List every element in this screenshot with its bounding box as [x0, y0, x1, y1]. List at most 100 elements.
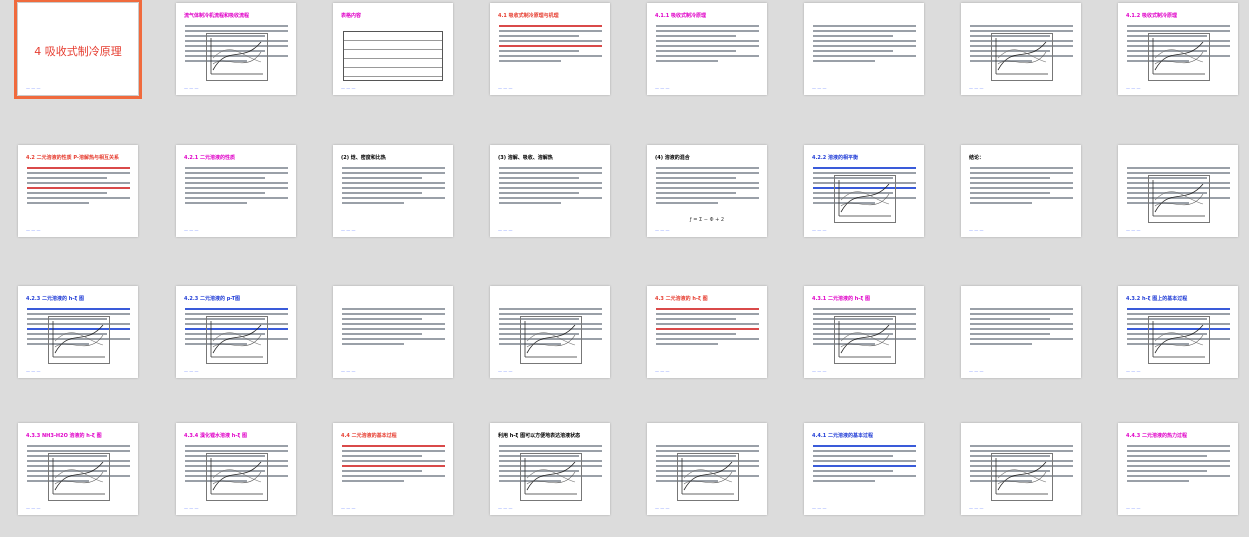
slide-body-text: [813, 445, 916, 485]
slide-title: 4.4.3 二元溶液的热力过程: [1126, 433, 1187, 439]
slide-footer: — — —: [655, 369, 670, 374]
slide-figure: [834, 316, 896, 364]
slide-thumbnail-23[interactable]: — — —: [961, 286, 1081, 378]
slide-thumbnail-5[interactable]: 4.1.1 吸收式制冷原理 — — —: [647, 3, 767, 95]
slide-footer: — — —: [184, 86, 199, 91]
slide-figure: [206, 316, 268, 364]
slide-thumbnail-28[interactable]: 利用 h-ξ 图可以方便地表达溶液状态 — — —: [490, 423, 610, 515]
slide-body-text: [499, 167, 602, 207]
slide-thumbnail-4[interactable]: 4.1 吸收式制冷原理与机理 — — —: [490, 3, 610, 95]
slide-body-text: [342, 308, 445, 348]
slide-thumbnail-17[interactable]: 4.2.3 二元溶液的 h-ξ 图 — — —: [18, 286, 138, 378]
slide-title: 4.1.2 吸收式制冷原理: [1126, 13, 1177, 19]
slide-footer: — — —: [655, 86, 670, 91]
slide-thumbnail-24[interactable]: 4.3.2 h-ξ 图上的基本过程 — — —: [1118, 286, 1238, 378]
slide-thumbnail-30[interactable]: 4.4.1 二元溶液的基本过程 — — —: [804, 423, 924, 515]
slide-figure: [834, 175, 896, 223]
slide-body-text: [499, 25, 602, 65]
slide-body-text: [27, 167, 130, 207]
slide-body-text: [342, 445, 445, 485]
slide-title: 表格内容: [341, 13, 362, 19]
slide-thumbnail-32[interactable]: 4.4.3 二元溶液的热力过程 — — —: [1118, 423, 1238, 515]
slide-footer: — — —: [655, 228, 670, 233]
slide-figure: [677, 453, 739, 501]
slide-thumbnail-10[interactable]: 4.2.1 二元溶液的性质 — — —: [176, 145, 296, 237]
slide-thumbnail-25[interactable]: 4.3.3 NH3-H2O 溶液的 h-ξ 图 — — —: [18, 423, 138, 515]
slide-footer: — — —: [26, 86, 41, 91]
slide-footer: — — —: [969, 228, 984, 233]
slide-figure: [520, 453, 582, 501]
slide-footer: — — —: [969, 86, 984, 91]
slide-thumbnail-12[interactable]: (3) 溶解、吸收、溶解热 — — —: [490, 145, 610, 237]
slide-body-text: [656, 25, 759, 65]
slide-footer: — — —: [341, 228, 356, 233]
slide-body-text: [185, 167, 288, 207]
slide-figure: [1148, 175, 1210, 223]
slide-footer: — — —: [812, 506, 827, 511]
slide-thumbnail-31[interactable]: — — —: [961, 423, 1081, 515]
slide-title: 4.2 二元溶液的性质 P-溶解热与相互关系: [26, 155, 119, 161]
slide-thumbnail-6[interactable]: — — —: [804, 3, 924, 95]
slide-title: 利用 h-ξ 图可以方便地表达溶液状态: [498, 433, 581, 439]
slide-footer: — — —: [498, 86, 513, 91]
slide-footer: — — —: [655, 506, 670, 511]
slide-thumbnail-29[interactable]: — — —: [647, 423, 767, 515]
slide-title: 4.1.1 吸收式制冷原理: [655, 13, 706, 19]
slide-footer: — — —: [1126, 506, 1141, 511]
slide-thumbnail-2[interactable]: 流气体制冷机流程和吸收流程 — — —: [176, 3, 296, 95]
slide-body-text: [1127, 445, 1230, 485]
slide-figure: [206, 33, 268, 81]
slide-footer: — — —: [498, 369, 513, 374]
slide-figure: [991, 453, 1053, 501]
slide-title: 4.2.2 溶液的相平衡: [812, 155, 858, 161]
slide-thumbnail-7[interactable]: — — —: [961, 3, 1081, 95]
slide-thumbnail-14[interactable]: 4.2.2 溶液的相平衡 — — —: [804, 145, 924, 237]
slide-figure: [520, 316, 582, 364]
slide-title: (2) 焓、密度和比热: [341, 155, 386, 161]
slide-title: 4.2.3 二元溶液的 h-ξ 图: [26, 296, 85, 302]
slide-thumbnail-26[interactable]: 4.3.4 溴化锂水溶液 h-ξ 图 — — —: [176, 423, 296, 515]
slide-thumbnail-20[interactable]: — — —: [490, 286, 610, 378]
slide-figure: [1148, 33, 1210, 81]
slide-title: 4.4 二元溶液的基本过程: [341, 433, 397, 439]
slide-thumbnail-15[interactable]: 结论： — — —: [961, 145, 1081, 237]
slide-footer: — — —: [969, 369, 984, 374]
slide-footer: — — —: [812, 86, 827, 91]
slide-title: 4 吸收式制冷原理: [34, 45, 122, 58]
slide-title: 4.2.1 二元溶液的性质: [184, 155, 235, 161]
slide-footer: — — —: [26, 506, 41, 511]
slide-figure: [48, 316, 110, 364]
slide-thumbnail-19[interactable]: — — —: [333, 286, 453, 378]
slide-footer: — — —: [1126, 369, 1141, 374]
slide-thumbnail-11[interactable]: (2) 焓、密度和比热 — — —: [333, 145, 453, 237]
slide-footer: — — —: [26, 369, 41, 374]
slide-title: (3) 溶解、吸收、溶解热: [498, 155, 553, 161]
slide-thumbnail-3[interactable]: 表格内容 — — —: [333, 3, 453, 95]
slide-thumbnail-21[interactable]: 4.3 二元溶液的 h-ξ 图 — — —: [647, 286, 767, 378]
slide-body-text: [656, 308, 759, 348]
slide-thumbnail-9[interactable]: 4.2 二元溶液的性质 P-溶解热与相互关系 — — —: [18, 145, 138, 237]
slide-title: 4.3.3 NH3-H2O 溶液的 h-ξ 图: [26, 433, 102, 439]
slide-thumbnail-13[interactable]: (4) 溶液的混合 ƒ = Σ − Φ + 2 — — —: [647, 145, 767, 237]
slide-title: 4.2.3 二元溶液的 p-T图: [184, 296, 241, 302]
slide-thumbnail-16[interactable]: — — —: [1118, 145, 1238, 237]
slide-footer: — — —: [969, 506, 984, 511]
slide-footer: — — —: [341, 369, 356, 374]
slide-formula: ƒ = Σ − Φ + 2: [689, 217, 725, 223]
slide-body-text: [813, 25, 916, 65]
slide-footer: — — —: [1126, 228, 1141, 233]
slide-footer: — — —: [498, 506, 513, 511]
slide-title: 4.1 吸收式制冷原理与机理: [498, 13, 559, 19]
slide-thumbnail-27[interactable]: 4.4 二元溶液的基本过程 — — —: [333, 423, 453, 515]
slide-thumbnail-18[interactable]: 4.2.3 二元溶液的 p-T图 — — —: [176, 286, 296, 378]
slide-footer: — — —: [184, 228, 199, 233]
slide-thumbnail-22[interactable]: 4.3.1 二元溶液的 h-ξ 图 — — —: [804, 286, 924, 378]
slide-footer: — — —: [498, 228, 513, 233]
slide-footer: — — —: [1126, 86, 1141, 91]
slide-thumbnail-8[interactable]: 4.1.2 吸收式制冷原理 — — —: [1118, 3, 1238, 95]
slide-figure: [1148, 316, 1210, 364]
slide-thumbnail-1[interactable]: 4 吸收式制冷原理 — — —: [14, 0, 142, 99]
slide-footer: — — —: [341, 506, 356, 511]
slide-table: [343, 31, 443, 81]
slide-title: 4.3 二元溶液的 h-ξ 图: [655, 296, 708, 302]
